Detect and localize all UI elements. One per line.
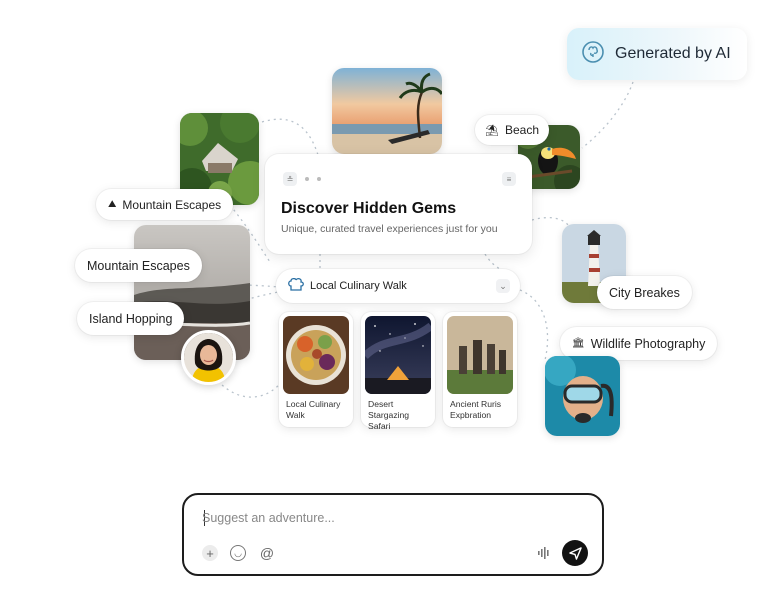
emoji-icon[interactable]: ◡: [230, 545, 246, 561]
card-subtitle: Unique, curated travel experiences just …: [281, 223, 498, 235]
tag-mountain-top-label: Mountain Escapes: [122, 197, 222, 212]
add-icon[interactable]: +: [202, 545, 218, 561]
card-options-icon[interactable]: ≡: [502, 172, 516, 186]
tag-city-label: City Breakes: [609, 285, 680, 300]
discover-card[interactable]: ≗ ≡ Discover Hidden Gems Unique, curated…: [265, 154, 532, 254]
card-menu-icon[interactable]: ≗: [283, 172, 297, 186]
beach-icon: ⛱: [485, 124, 499, 137]
tag-wildlife-label: Wildlife Photography: [590, 336, 706, 351]
voice-icon[interactable]: [536, 545, 552, 561]
chat-composer: + ◡ @: [182, 493, 604, 576]
travel-ai-stage: Generated by AI ⛱ Beach ⛰ Mountain Escap…: [0, 0, 772, 593]
diver-image: [545, 356, 620, 436]
experience-caption: Desert Stargazing Safari: [368, 399, 410, 431]
tag-beach-label: Beach: [504, 123, 539, 137]
chef-hat-icon: [288, 277, 304, 295]
culinary-pill-label: Local Culinary Walk: [310, 280, 407, 292]
tag-mountain-left-label: Mountain Escapes: [87, 258, 190, 273]
experience-card-stargazing[interactable]: Desert Stargazing Safari: [361, 312, 435, 431]
experience-card-culinary[interactable]: Local Culinary Walk: [279, 312, 353, 427]
experience-card-ruins[interactable]: Ancient Ruris Expbration: [443, 312, 517, 427]
generated-by-ai-badge: Generated by AI: [567, 28, 747, 80]
brain-icon: [581, 40, 605, 69]
badge-label: Generated by AI: [615, 45, 731, 62]
tag-island-hopping[interactable]: Island Hopping: [77, 302, 185, 335]
mention-icon[interactable]: @: [259, 545, 275, 561]
card-dot-1: [305, 177, 309, 181]
avatar-image: [184, 333, 233, 382]
beach-palm-photo[interactable]: [332, 68, 442, 154]
ruins-thumb: [447, 316, 513, 394]
adventure-input[interactable]: [202, 507, 582, 529]
tag-island-label: Island Hopping: [89, 311, 173, 326]
beach-image: [332, 68, 442, 154]
tag-mountain-escapes-left[interactable]: Mountain Escapes: [75, 249, 202, 282]
diver-photo[interactable]: [545, 356, 620, 436]
send-icon: [568, 546, 582, 560]
culinary-thumb: [283, 316, 349, 394]
collapse-icon[interactable]: ⌄: [496, 279, 510, 293]
send-button[interactable]: [562, 540, 588, 566]
experience-caption: Local Culinary Walk: [286, 399, 341, 420]
avatar[interactable]: [181, 330, 236, 385]
mountain-icon: ⛰: [108, 199, 117, 210]
card-dot-2: [317, 177, 321, 181]
card-title: Discover Hidden Gems: [281, 200, 457, 217]
stargazing-thumb: [365, 316, 431, 394]
experience-caption: Ancient Ruris Expbration: [450, 399, 502, 420]
tag-beach[interactable]: ⛱ Beach: [475, 115, 549, 145]
tag-mountain-escapes-top[interactable]: ⛰ Mountain Escapes: [96, 189, 234, 220]
museum-icon: 🏛: [572, 338, 585, 349]
local-culinary-walk-pill[interactable]: Local Culinary Walk ⌄: [276, 269, 520, 303]
tag-city-breaks[interactable]: City Breakes: [597, 276, 692, 309]
